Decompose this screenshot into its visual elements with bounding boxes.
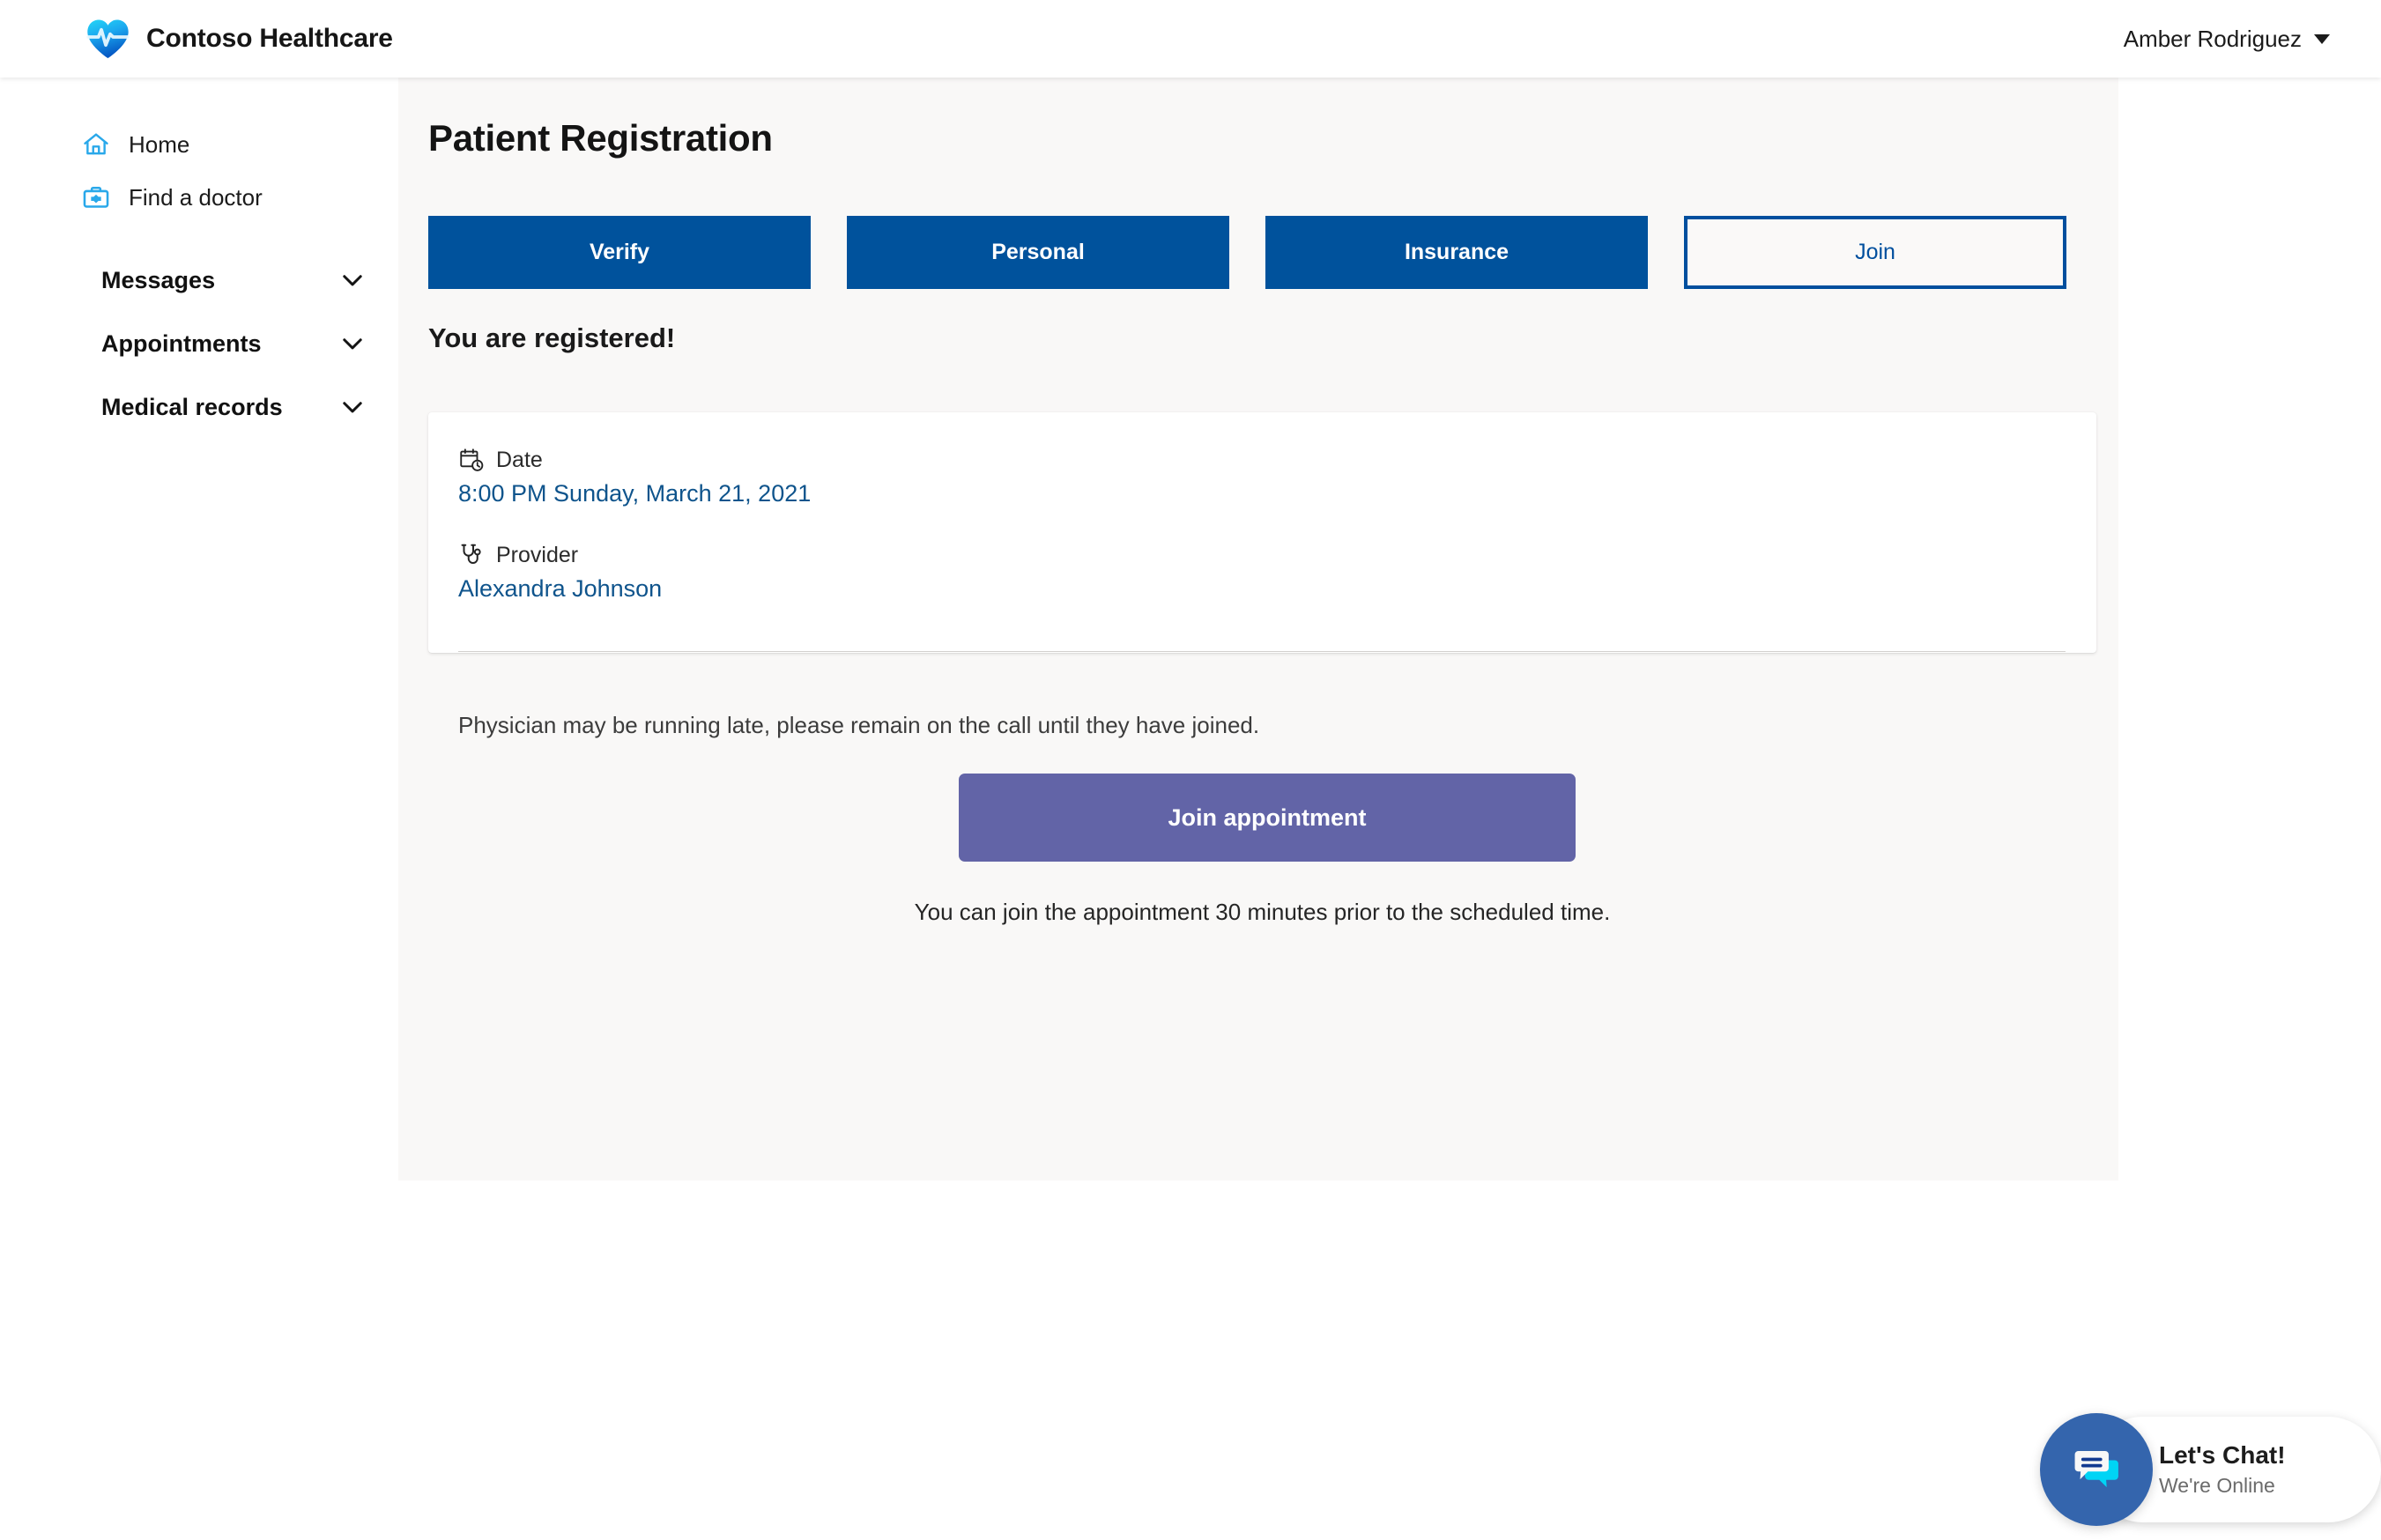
sidebar-group-medical-records[interactable]: Medical records [101, 375, 367, 439]
chat-widget-button[interactable] [2040, 1413, 2153, 1526]
home-icon [84, 133, 108, 155]
chat-widget-subtitle: We're Online [2159, 1473, 2275, 1497]
chat-bubbles-icon [2074, 1451, 2118, 1488]
sidebar-item-home[interactable]: Home [0, 118, 398, 171]
app-header: Contoso Healthcare Amber Rodriguez [0, 0, 2381, 78]
user-name: Amber Rodriguez [2123, 25, 2302, 52]
sidebar-group-label: Messages [101, 266, 216, 293]
appointment-date-label-row: Date [458, 447, 811, 473]
chat-widget-title: Let's Chat! [2159, 1441, 2286, 1470]
app-root: Contoso Healthcare Amber Rodriguez Home … [0, 0, 2381, 1540]
appointment-provider-field: Provider Alexandra Johnson [458, 542, 662, 603]
appointment-date-label: Date [496, 447, 543, 472]
appointment-provider-label-row: Provider [458, 542, 662, 568]
appointment-detail-card: Date 8:00 PM Sunday, March 21, 2021 Prov… [428, 412, 2096, 925]
sidebar: Home Find a doctor Messages Appointments [0, 78, 398, 1540]
sidebar-item-label: Find a doctor [129, 183, 263, 211]
step-tab-join[interactable]: Join [1684, 216, 2066, 289]
brand[interactable]: Contoso Healthcare [85, 16, 393, 63]
chevron-down-icon [343, 402, 362, 413]
sidebar-item-find-a-doctor[interactable]: Find a doctor [0, 171, 398, 224]
registration-confirmation-heading: You are registered! [428, 322, 676, 353]
step-tab-insurance[interactable]: Insurance [1265, 216, 1648, 289]
brand-name: Contoso Healthcare [146, 24, 393, 53]
physician-late-note: Physician may be running late, please re… [458, 712, 1260, 738]
heart-pulse-logo [86, 19, 130, 58]
sidebar-group-messages[interactable]: Messages [101, 248, 367, 312]
sidebar-item-label: Home [129, 130, 190, 158]
medical-bag-icon [83, 186, 109, 208]
step-tab-verify[interactable]: Verify [428, 216, 811, 289]
calendar-clock-icon [460, 448, 484, 471]
registration-steps: Verify Personal Insurance Join [428, 216, 2066, 289]
appointment-provider-value[interactable]: Alexandra Johnson [458, 575, 662, 603]
chevron-down-icon [2314, 33, 2330, 44]
appointment-date-value[interactable]: 8:00 PM Sunday, March 21, 2021 [458, 480, 811, 507]
appointment-provider-label: Provider [496, 542, 579, 567]
chevron-down-icon [343, 275, 362, 286]
sidebar-group-label: Appointments [101, 329, 262, 357]
step-tab-personal[interactable]: Personal [847, 216, 1229, 289]
sidebar-group-appointments[interactable]: Appointments [101, 312, 367, 375]
stethoscope-icon [461, 544, 481, 564]
user-menu[interactable]: Amber Rodriguez [2115, 19, 2339, 60]
card-divider [458, 651, 2066, 652]
join-appointment-button[interactable]: Join appointment [959, 774, 1576, 862]
page-title: Patient Registration [428, 117, 773, 159]
sidebar-group-label: Medical records [101, 393, 283, 420]
main-content-panel: Patient Registration Verify Personal Ins… [398, 78, 2118, 1181]
appointment-date-field: Date 8:00 PM Sunday, March 21, 2021 [458, 447, 811, 507]
chevron-down-icon [343, 338, 362, 350]
join-availability-hint: You can join the appointment 30 minutes … [914, 899, 1611, 925]
